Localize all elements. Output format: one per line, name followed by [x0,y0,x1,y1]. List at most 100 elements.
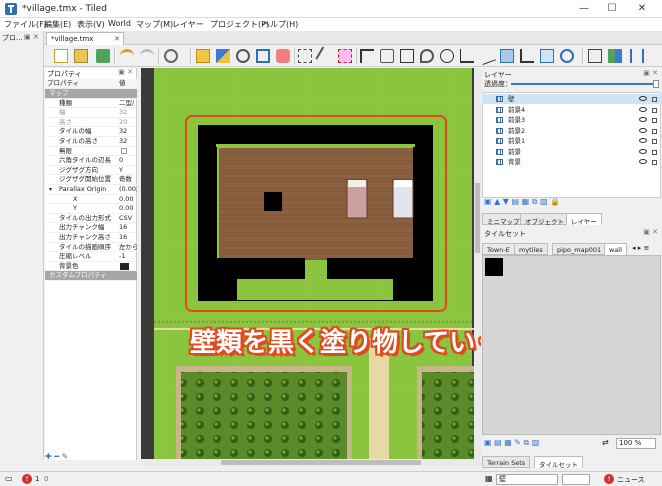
menu-file[interactable]: ファイル(F) [4,19,47,30]
black-wall-tile[interactable] [485,258,503,276]
save-icon[interactable] [96,49,110,63]
scroll-thumb[interactable] [221,460,421,465]
property-row[interactable]: 幅 32 [45,108,137,118]
property-value[interactable]: 左から [119,243,137,253]
tab-terrain-sets[interactable]: Terrain Sets [482,456,531,468]
lock-icon[interactable] [652,128,657,134]
property-value[interactable]: 16 [119,223,137,233]
tab-minimap[interactable]: ミニマップ [482,213,525,226]
property-row[interactable]: ジグザグ開始位置 奇数 [45,175,137,185]
property-row[interactable]: タイルの描画順序 左から [45,243,137,253]
property-row[interactable]: 高さ 20 [45,118,137,128]
polyline-icon[interactable] [478,47,496,65]
property-value[interactable]: 32 [119,137,137,147]
property-value[interactable]: 0 [119,156,137,166]
visibility-eye-icon[interactable] [639,96,647,101]
background-color-swatch[interactable] [120,262,129,270]
vertical-scrollbar[interactable] [474,68,481,459]
property-group[interactable]: カスタムプロパティ [45,271,137,281]
new-icon[interactable] [54,49,68,63]
current-layer-combo[interactable]: 壁 [496,474,558,485]
menu-world[interactable]: World [108,19,131,28]
opacity-slider-handle[interactable] [653,80,659,88]
layers-dock-buttons[interactable]: ▣ ✕ [643,69,658,77]
scroll-thumb[interactable] [475,183,480,253]
tile-object-icon[interactable] [500,49,514,63]
property-row[interactable]: Parallax Origin ▾ (0.00, [45,185,137,195]
command-icon[interactable] [164,49,178,63]
property-value[interactable]: 0.00 [119,204,137,214]
menu-help[interactable]: ヘルプ(H) [262,19,298,30]
lock-icon[interactable] [652,160,657,165]
property-value[interactable]: 32 [119,127,137,137]
opacity-slider[interactable] [511,83,656,85]
layer-item[interactable]: 前景4 [482,105,662,115]
property-value[interactable]: 0.00 [119,195,137,205]
property-value[interactable]: 20 [119,118,137,128]
tab-tileset-town[interactable]: Town-E [482,243,515,255]
property-value[interactable]: 16 [119,233,137,243]
ellipse-icon[interactable] [440,49,454,63]
layer-item[interactable]: 前景2 [482,126,662,136]
eraser-icon[interactable] [276,49,290,63]
lock-icon[interactable] [652,97,657,102]
property-value[interactable]: 32 [119,108,137,118]
tileset-tab-scroll-icon[interactable]: ◂ ▸ ≡ [632,244,649,252]
property-value[interactable]: (0.00, [119,185,137,195]
visibility-eye-icon[interactable] [639,138,647,143]
text-icon[interactable] [520,49,534,63]
flip-icon[interactable] [630,49,644,63]
zoom-combo[interactable]: 100 % [616,438,656,449]
undo-icon[interactable] [120,49,134,63]
property-row[interactable]: ジグザグ方向 Y [45,166,137,176]
layer-item[interactable]: 背景 [482,157,662,167]
property-row[interactable]: 六角タイルの辺長 0 [45,156,137,166]
edit-polygons-icon[interactable] [380,49,394,63]
maximize-button[interactable]: ☐ [598,1,626,17]
tab-tilesets[interactable]: タイルセット [534,456,583,469]
property-row[interactable]: 出力チャンク幅 16 [45,223,137,233]
visibility-eye-icon[interactable] [639,117,647,122]
terrain-brush-icon[interactable] [216,49,230,63]
template-icon[interactable] [540,49,554,63]
random-mode-icon[interactable] [588,49,602,63]
news-label[interactable]: ニュース [617,475,645,485]
bucket-fill-icon[interactable] [236,49,250,63]
lock-icon[interactable] [652,149,657,155]
property-value[interactable]: Y [119,166,137,176]
expand-arrow-icon[interactable]: ▾ [49,185,52,195]
menu-map[interactable]: マップ(M) [136,19,173,30]
visibility-eye-icon[interactable] [639,106,647,112]
document-tab-village[interactable]: *village.tmx ✕ [46,32,124,45]
property-row[interactable]: タイルの幅 32 [45,127,137,137]
property-row[interactable]: 圧縮レベル -1 [45,252,137,262]
worlds-icon[interactable] [560,49,574,63]
stamp-brush-icon[interactable] [196,49,210,63]
tab-tileset-wall[interactable]: wall [604,243,627,255]
menu-edit[interactable]: 編集(E) [44,19,71,30]
map-canvas[interactable] [141,68,474,459]
tab-tileset-mytiles[interactable]: mytiles [514,243,548,255]
property-value[interactable]: CSV [119,214,137,224]
property-row[interactable]: タイルの出力形式 CSV [45,214,137,224]
add-property-buttons[interactable]: ✚ ━ ✎ [45,452,68,461]
property-group[interactable]: マップ [45,89,137,99]
properties-dock-buttons[interactable]: ▣ ✕ [118,68,133,76]
magic-wand-icon[interactable] [315,46,335,66]
polygon-icon[interactable] [460,49,474,63]
point-icon[interactable] [420,49,434,63]
property-value[interactable]: 奇数 [119,175,137,185]
tab-layers[interactable]: レイヤー [566,213,602,226]
property-row[interactable]: 種類 二型/ [45,99,137,109]
swap-icon[interactable]: ⇄ [602,438,609,447]
lock-icon[interactable] [652,118,657,123]
layer-item[interactable]: 前景 [482,147,662,157]
property-row[interactable]: タイルの高さ 32 [45,137,137,147]
menu-layer[interactable]: レイヤー [172,19,204,30]
lock-icon[interactable] [652,139,657,144]
horizontal-scrollbar[interactable] [141,459,481,466]
tileset-dock-buttons[interactable]: ▣ ✕ [643,228,658,236]
tileset-view[interactable] [482,255,661,435]
visibility-eye-icon[interactable] [639,127,647,133]
layer-toolbar-buttons[interactable]: ▣ ▲ ▼ ▤ ▦ ⧉ ▧ 🔒 [484,197,560,206]
